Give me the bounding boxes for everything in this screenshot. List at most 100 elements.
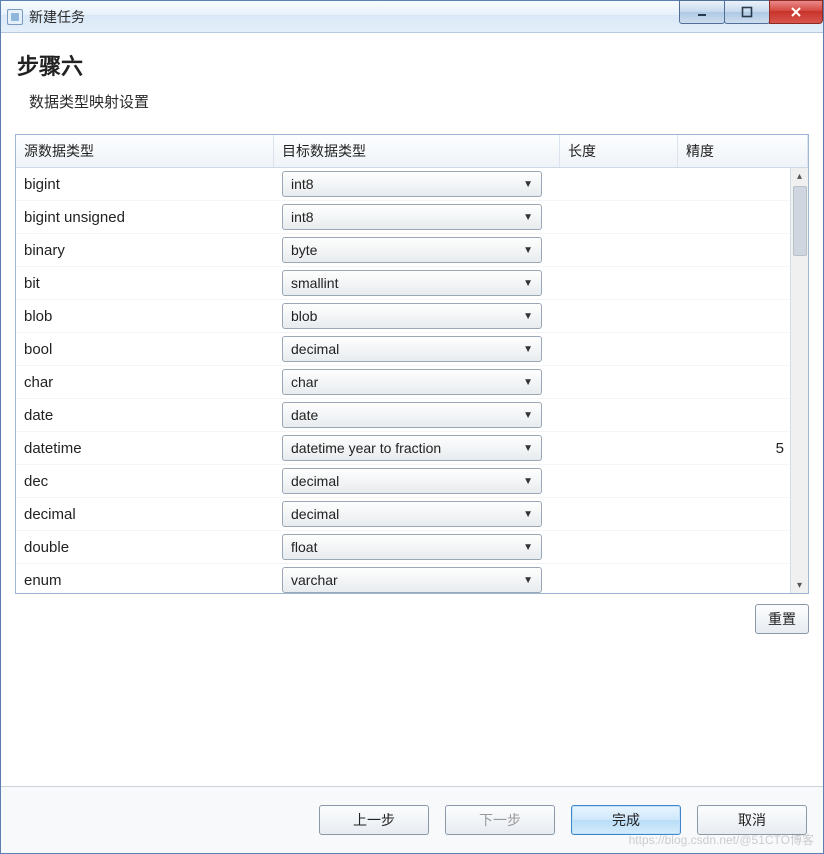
cell-target-type: varchar ▼ bbox=[274, 567, 560, 593]
scroll-thumb[interactable] bbox=[793, 186, 807, 256]
cell-precision[interactable]: 5 bbox=[678, 440, 790, 457]
cell-target-type: smallint▼ bbox=[274, 270, 560, 296]
app-icon bbox=[7, 9, 23, 25]
table-row[interactable]: binary byte ▼ bbox=[16, 234, 808, 267]
target-type-value: datetime year to fraction bbox=[291, 440, 441, 456]
cell-source-type: char bbox=[16, 374, 274, 391]
cell-target-type: decimal ▼ bbox=[274, 336, 560, 362]
table-row[interactable]: doublefloat▼ bbox=[16, 531, 808, 564]
minimize-icon bbox=[696, 6, 708, 18]
cell-source-type: bool bbox=[16, 341, 274, 358]
target-type-select[interactable]: datetime year to fraction ▼ bbox=[282, 435, 542, 461]
cell-target-type: decimal ▼ bbox=[274, 501, 560, 527]
step-subtitle: 数据类型映射设置 bbox=[29, 91, 807, 112]
target-type-select[interactable]: blob▼ bbox=[282, 303, 542, 329]
target-type-value: int8 bbox=[291, 176, 314, 192]
target-type-value: decimal bbox=[291, 506, 339, 522]
cell-source-type: dec bbox=[16, 473, 274, 490]
cell-target-type: char ▼ bbox=[274, 369, 560, 395]
table-row[interactable]: enum varchar ▼ bbox=[16, 564, 808, 593]
vertical-scrollbar[interactable]: ▴ ▾ bbox=[790, 168, 808, 593]
target-type-value: byte bbox=[291, 242, 317, 258]
chevron-down-icon: ▼ bbox=[523, 410, 533, 421]
chevron-down-icon: ▼ bbox=[523, 344, 533, 355]
cell-source-type: binary bbox=[16, 242, 274, 259]
header-length[interactable]: 长度 bbox=[560, 135, 678, 167]
chevron-down-icon: ▼ bbox=[523, 443, 533, 454]
chevron-down-icon: ▼ bbox=[523, 179, 533, 190]
chevron-down-icon: ▼ bbox=[523, 575, 533, 586]
cell-target-type: blob▼ bbox=[274, 303, 560, 329]
cell-source-type: blob bbox=[16, 308, 274, 325]
target-type-select[interactable]: char ▼ bbox=[282, 369, 542, 395]
finish-button[interactable]: 完成 bbox=[571, 805, 681, 835]
cell-source-type: bigint unsigned bbox=[16, 209, 274, 226]
cell-target-type: int8 ▼ bbox=[274, 171, 560, 197]
chevron-down-icon: ▼ bbox=[523, 509, 533, 520]
maximize-icon bbox=[741, 6, 753, 18]
target-type-value: blob bbox=[291, 308, 317, 324]
target-type-value: decimal bbox=[291, 473, 339, 489]
next-button: 下一步 bbox=[445, 805, 555, 835]
target-type-select[interactable]: varchar ▼ bbox=[282, 567, 542, 593]
cell-target-type: date ▼ bbox=[274, 402, 560, 428]
target-type-select[interactable]: decimal▼ bbox=[282, 468, 542, 494]
cell-source-type: date bbox=[16, 407, 274, 424]
header-target[interactable]: 目标数据类型 bbox=[274, 135, 560, 167]
target-type-value: int8 bbox=[291, 209, 314, 225]
dialog-window: 新建任务 步骤六 数据类型映射设置 源数据类型 目标数据类型 长度 精度 bbox=[0, 0, 824, 854]
target-type-select[interactable]: date ▼ bbox=[282, 402, 542, 428]
type-mapping-table: 源数据类型 目标数据类型 长度 精度 ▴ ▾ bigintint8▼bigint… bbox=[15, 134, 809, 594]
cell-target-type: datetime year to fraction ▼ bbox=[274, 435, 560, 461]
table-row[interactable]: date date ▼ bbox=[16, 399, 808, 432]
target-type-value: decimal bbox=[291, 341, 339, 357]
table-row[interactable]: blobblob▼ bbox=[16, 300, 808, 333]
window-title: 新建任务 bbox=[29, 7, 85, 27]
header-source[interactable]: 源数据类型 bbox=[16, 135, 274, 167]
window-controls bbox=[680, 0, 823, 24]
back-button[interactable]: 上一步 bbox=[319, 805, 429, 835]
table-row[interactable]: decimal decimal ▼ bbox=[16, 498, 808, 531]
cell-target-type: byte ▼ bbox=[274, 237, 560, 263]
table-row[interactable]: dec decimal▼ bbox=[16, 465, 808, 498]
table-row[interactable]: bigintint8▼ bbox=[16, 168, 808, 201]
target-type-select[interactable]: int8 ▼ bbox=[282, 171, 542, 197]
scroll-up-icon[interactable]: ▴ bbox=[792, 168, 808, 184]
target-type-select[interactable]: decimal ▼ bbox=[282, 501, 542, 527]
target-type-select[interactable]: smallint▼ bbox=[282, 270, 542, 296]
table-row[interactable]: bigint unsigned int8▼ bbox=[16, 201, 808, 234]
cell-target-type: float▼ bbox=[274, 534, 560, 560]
table-row[interactable]: bitsmallint▼ bbox=[16, 267, 808, 300]
chevron-down-icon: ▼ bbox=[523, 377, 533, 388]
target-type-select[interactable]: byte ▼ bbox=[282, 237, 542, 263]
target-type-value: char bbox=[291, 374, 318, 390]
cell-source-type: decimal bbox=[16, 506, 274, 523]
titlebar: 新建任务 bbox=[1, 1, 823, 33]
wizard-header: 步骤六 数据类型映射设置 bbox=[1, 33, 823, 134]
cell-source-type: enum bbox=[16, 572, 274, 589]
table-row[interactable]: char char ▼ bbox=[16, 366, 808, 399]
table-header: 源数据类型 目标数据类型 长度 精度 bbox=[16, 135, 808, 168]
cancel-button[interactable]: 取消 bbox=[697, 805, 807, 835]
maximize-button[interactable] bbox=[724, 0, 770, 24]
close-icon bbox=[789, 5, 803, 19]
step-title: 步骤六 bbox=[17, 49, 807, 81]
table-row[interactable]: datetimedatetime year to fraction▼5 bbox=[16, 432, 808, 465]
wizard-footer: 上一步 下一步 完成 取消 bbox=[1, 786, 823, 853]
chevron-down-icon: ▼ bbox=[523, 542, 533, 553]
chevron-down-icon: ▼ bbox=[523, 245, 533, 256]
target-type-select[interactable]: float▼ bbox=[282, 534, 542, 560]
target-type-value: date bbox=[291, 407, 318, 423]
cell-target-type: int8▼ bbox=[274, 204, 560, 230]
target-type-value: varchar bbox=[291, 572, 338, 588]
header-precision[interactable]: 精度 bbox=[678, 135, 808, 167]
minimize-button[interactable] bbox=[679, 0, 725, 24]
reset-button[interactable]: 重置 bbox=[755, 604, 809, 634]
target-type-select[interactable]: decimal ▼ bbox=[282, 336, 542, 362]
close-button[interactable] bbox=[769, 0, 823, 24]
cell-target-type: decimal▼ bbox=[274, 468, 560, 494]
target-type-value: smallint bbox=[291, 275, 338, 291]
target-type-select[interactable]: int8▼ bbox=[282, 204, 542, 230]
scroll-down-icon[interactable]: ▾ bbox=[792, 577, 808, 593]
table-row[interactable]: bool decimal ▼ bbox=[16, 333, 808, 366]
